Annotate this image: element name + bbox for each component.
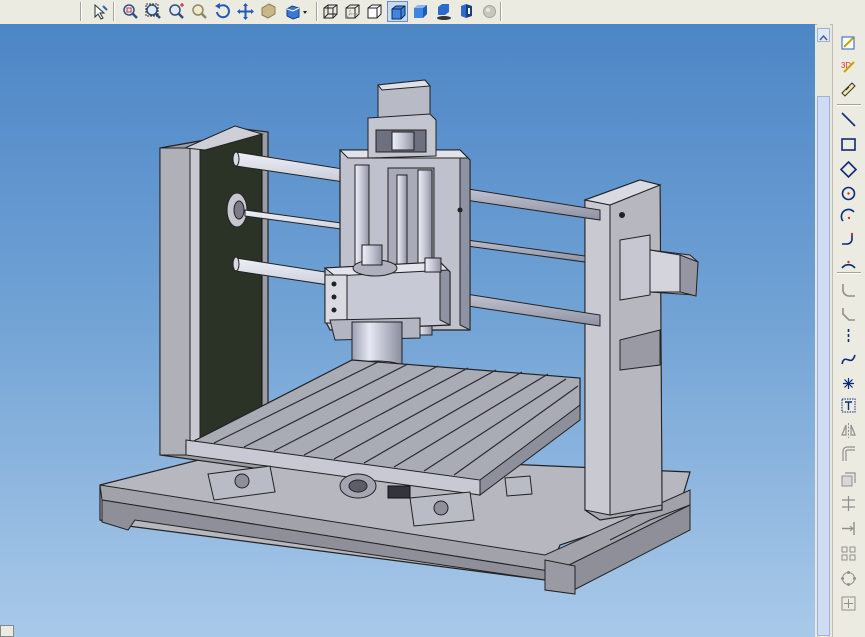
linear-pattern-icon [841, 546, 856, 561]
extend-icon [842, 522, 855, 535]
hidden-lines-removed-button[interactable] [364, 1, 385, 22]
vertical-scrollbar[interactable] [817, 24, 830, 637]
rectangle-button[interactable] [839, 135, 859, 155]
circular-pattern-icon [841, 571, 856, 586]
convert-entities-button[interactable] [839, 470, 859, 490]
perspective-icon [461, 4, 472, 18]
view-orientation-icon [286, 5, 307, 20]
three-point-arc-icon [841, 260, 856, 269]
toolbar-separator [500, 2, 502, 21]
spline-button[interactable] [839, 350, 859, 370]
rotate-view-icon [215, 3, 230, 19]
trim-icon [842, 496, 855, 511]
graphics-area[interactable] [0, 24, 815, 637]
circular-pattern-button[interactable] [839, 569, 859, 589]
pan-button[interactable] [235, 1, 256, 22]
shaded-with-edges-icon [391, 5, 406, 20]
mirror-button[interactable] [839, 421, 859, 441]
smart-dimension-icon [841, 82, 856, 97]
hidden-lines-visible-icon [345, 4, 360, 19]
toolbar-separator [316, 2, 318, 21]
toolbar-separator [80, 2, 82, 21]
section-view-button[interactable] [258, 1, 279, 22]
move-entities-icon [841, 596, 856, 611]
rectangle-icon [841, 138, 856, 151]
chevron-up-icon [819, 34, 828, 41]
sketch-toolbar-separator [837, 272, 861, 274]
spline-icon [841, 354, 856, 365]
cnc-router-model[interactable] [0, 24, 815, 637]
zoom-to-fit-icon [123, 4, 138, 19]
sketch-toolbar-separator [837, 104, 861, 106]
circle-button[interactable] [839, 184, 859, 204]
centerpoint-arc-icon [840, 208, 855, 222]
sketch-button[interactable] [839, 34, 859, 54]
centerline-button[interactable] [839, 327, 859, 347]
offset-entities-button[interactable] [839, 445, 859, 465]
zoom-to-fit-button[interactable] [120, 1, 141, 22]
mirror-icon [841, 423, 856, 438]
realview-button[interactable] [479, 1, 500, 22]
zoom-in-out-button[interactable] [166, 1, 187, 22]
select-filter-button[interactable] [90, 1, 111, 22]
line-button[interactable] [839, 110, 859, 130]
zoom-to-area-icon [145, 3, 161, 19]
three-point-arc-button[interactable] [839, 254, 859, 274]
fillet-button[interactable] [839, 280, 859, 300]
tangent-arc-icon [842, 232, 854, 245]
move-entities-button[interactable] [839, 594, 859, 614]
scroll-up-button[interactable] [817, 28, 830, 42]
view-orientation-button[interactable] [283, 1, 307, 22]
stepper-motor-z[interactable] [367, 79, 437, 159]
3d-sketch-icon: 3D [841, 61, 855, 73]
sketch-toolbar: 3D [832, 24, 865, 637]
polygon-icon [839, 160, 858, 179]
section-view-icon [261, 3, 276, 19]
centerpoint-arc-button[interactable] [839, 207, 859, 227]
3d-sketch-button[interactable]: 3D [839, 57, 859, 77]
shaded-icon [414, 5, 427, 18]
point-icon [843, 378, 854, 389]
sketch-icon [841, 36, 855, 50]
zoom-to-area-button[interactable] [143, 1, 164, 22]
centerline-icon [847, 329, 850, 344]
pan-icon [237, 3, 254, 20]
zoom-to-selection-button[interactable] [189, 1, 210, 22]
shadows-button[interactable] [433, 1, 454, 22]
view-toolbar [0, 0, 865, 25]
text-icon [841, 398, 856, 413]
polygon-button[interactable] [839, 160, 859, 180]
fillet-icon [842, 284, 855, 297]
linear-pattern-button[interactable] [839, 544, 859, 564]
convert-entities-icon [841, 472, 856, 487]
toolbar-separator [113, 2, 115, 21]
tangent-arc-button[interactable] [839, 230, 859, 250]
scrollbar-thumb[interactable] [817, 96, 830, 636]
zoom-to-selection-icon [192, 4, 207, 19]
extend-button[interactable] [839, 519, 859, 539]
text-button[interactable] [839, 396, 859, 416]
line-icon [841, 112, 856, 127]
hidden-lines-removed-icon [367, 4, 382, 19]
hidden-lines-visible-button[interactable] [342, 1, 363, 22]
zoom-in-out-icon [169, 3, 184, 19]
circle-icon [841, 186, 856, 201]
right-gantry-plate[interactable] [583, 179, 663, 521]
shaded-button[interactable] [410, 1, 431, 22]
offset-entities-icon [842, 446, 855, 461]
smart-dimension-button[interactable] [839, 80, 859, 100]
shaded-with-edges-button[interactable] [387, 1, 408, 22]
wireframe-icon [323, 4, 338, 19]
chamfer-icon [842, 308, 855, 321]
chamfer-button[interactable] [839, 304, 859, 324]
rotate-view-button[interactable] [212, 1, 233, 22]
shadows-icon [437, 4, 451, 20]
resize-corner[interactable] [0, 625, 14, 637]
perspective-button[interactable] [456, 1, 477, 22]
select-filter-icon [94, 3, 108, 20]
wireframe-button[interactable] [320, 1, 341, 22]
trim-button[interactable] [839, 494, 859, 514]
point-button[interactable] [839, 374, 859, 394]
realview-icon [483, 5, 496, 18]
